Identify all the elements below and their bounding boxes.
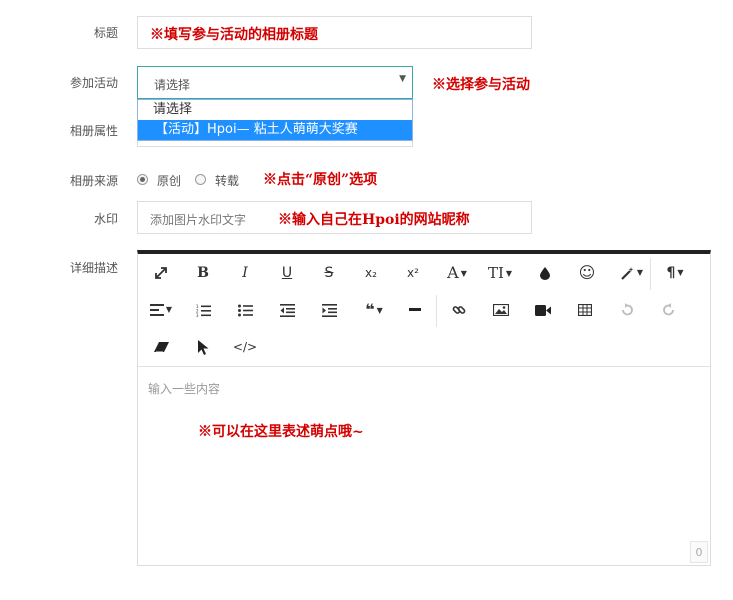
caret-icon: ▼ bbox=[165, 305, 173, 314]
paragraph-glyph: ¶ bbox=[666, 265, 676, 281]
caret-icon: ▼ bbox=[505, 269, 513, 278]
watermark-placeholder: 添加图片水印文字 bbox=[150, 213, 247, 227]
toolbar-row-2: ▼ 123 ❝ ▼ bbox=[138, 295, 710, 331]
eraser-icon[interactable] bbox=[146, 332, 176, 362]
caret-icon: ▼ bbox=[376, 305, 383, 315]
caret-icon: ▼ bbox=[636, 268, 644, 277]
unordered-list-icon[interactable] bbox=[230, 295, 260, 325]
ink-drop-icon[interactable] bbox=[530, 258, 560, 288]
source-label: 相册来源 bbox=[69, 174, 118, 188]
link-icon[interactable] bbox=[444, 295, 474, 325]
activity-option[interactable]: 请选择 bbox=[138, 101, 412, 119]
activity-option-selected[interactable]: 【活动】Hpoi— 粘土人萌萌大奖赛 bbox=[138, 120, 412, 140]
redo-icon[interactable] bbox=[654, 295, 684, 325]
caret-icon: ▼ bbox=[677, 268, 684, 277]
rich-text-editor: B I U S x₂ x² A ▼ TI ▼ ☺ ▼ ¶ ▼ ▼ 123 ❝ ▼… bbox=[137, 250, 711, 566]
editor-placeholder: 输入一些内容 bbox=[148, 382, 221, 396]
subscript-icon[interactable]: x₂ bbox=[356, 258, 386, 288]
watermark-annotation: ※输入自己在Hpoi的网站昵称 bbox=[278, 212, 470, 228]
ordered-list-icon[interactable]: 123 bbox=[188, 295, 218, 325]
outdent-icon[interactable] bbox=[272, 295, 302, 325]
character-counter: 0 bbox=[690, 541, 708, 563]
magic-wand-icon[interactable]: ▼ bbox=[614, 258, 650, 288]
title-label: 标题 bbox=[93, 26, 118, 40]
svg-text:3: 3 bbox=[196, 313, 199, 317]
radio-repost[interactable] bbox=[195, 174, 206, 185]
title-annotation: ※填写参与活动的相册标题 bbox=[150, 27, 318, 43]
code-icon[interactable]: </> bbox=[230, 332, 260, 362]
align-icon[interactable]: ▼ bbox=[144, 295, 178, 325]
font-color-glyph: A bbox=[447, 263, 459, 282]
undo-icon[interactable] bbox=[612, 295, 642, 325]
underline-icon[interactable]: U bbox=[272, 258, 302, 288]
toolbar-separator bbox=[436, 295, 437, 327]
superscript-icon[interactable]: x² bbox=[398, 258, 428, 288]
activity-dropdown-list: 请选择 【活动】Hpoi— 粘土人萌萌大奖赛 bbox=[137, 99, 413, 141]
font-size-icon[interactable]: TI ▼ bbox=[482, 258, 518, 288]
toolbar-row-3: </> bbox=[138, 332, 710, 368]
video-icon[interactable] bbox=[528, 295, 558, 325]
activity-selected-value: 请选择 bbox=[154, 78, 191, 92]
expand-icon[interactable] bbox=[146, 258, 176, 288]
radio-original-label[interactable]: 原创 bbox=[157, 172, 181, 189]
activity-select[interactable]: 请选择 ▼ bbox=[137, 66, 413, 99]
italic-icon[interactable]: I bbox=[230, 258, 260, 288]
attribute-label: 相册属性 bbox=[69, 124, 118, 138]
font-color-icon[interactable]: A ▼ bbox=[440, 258, 474, 288]
caret-icon: ▼ bbox=[460, 268, 467, 278]
watermark-label: 水印 bbox=[93, 212, 118, 226]
font-size-glyph: TI bbox=[487, 264, 504, 282]
bold-icon[interactable]: B bbox=[188, 258, 218, 288]
quote-icon[interactable]: ❝ ▼ bbox=[356, 295, 392, 325]
watermark-input[interactable]: 添加图片水印文字 ※输入自己在Hpoi的网站昵称 bbox=[137, 201, 532, 234]
radio-original[interactable] bbox=[137, 174, 148, 185]
chevron-down-icon: ▼ bbox=[399, 74, 406, 84]
description-label: 详细描述 bbox=[69, 261, 118, 275]
activity-label: 参加活动 bbox=[69, 76, 118, 90]
paragraph-icon[interactable]: ¶ ▼ bbox=[658, 258, 692, 288]
source-annotation: ※点击“原创”选项 bbox=[263, 172, 378, 188]
toolbar-separator bbox=[650, 258, 651, 290]
editor-annotation: ※可以在这里表述萌点哦~ bbox=[198, 424, 364, 440]
radio-repost-label[interactable]: 转载 bbox=[215, 172, 239, 189]
table-icon[interactable] bbox=[570, 295, 600, 325]
toolbar-row-1: B I U S x₂ x² A ▼ TI ▼ ☺ ▼ ¶ ▼ bbox=[138, 258, 710, 294]
image-icon[interactable] bbox=[486, 295, 516, 325]
activity-annotation: ※选择参与活动 bbox=[432, 77, 530, 93]
strikethrough-icon[interactable]: S bbox=[314, 258, 344, 288]
smiley-icon[interactable]: ☺ bbox=[572, 258, 602, 288]
editor-content-area[interactable]: 输入一些内容 ※可以在这里表述萌点哦~ bbox=[138, 367, 710, 565]
title-input[interactable]: ※填写参与活动的相册标题 bbox=[137, 16, 532, 49]
indent-icon[interactable] bbox=[314, 295, 344, 325]
horizontal-rule-icon[interactable] bbox=[400, 295, 430, 325]
quote-glyph: ❝ bbox=[365, 300, 375, 319]
pointer-icon[interactable] bbox=[188, 332, 218, 362]
